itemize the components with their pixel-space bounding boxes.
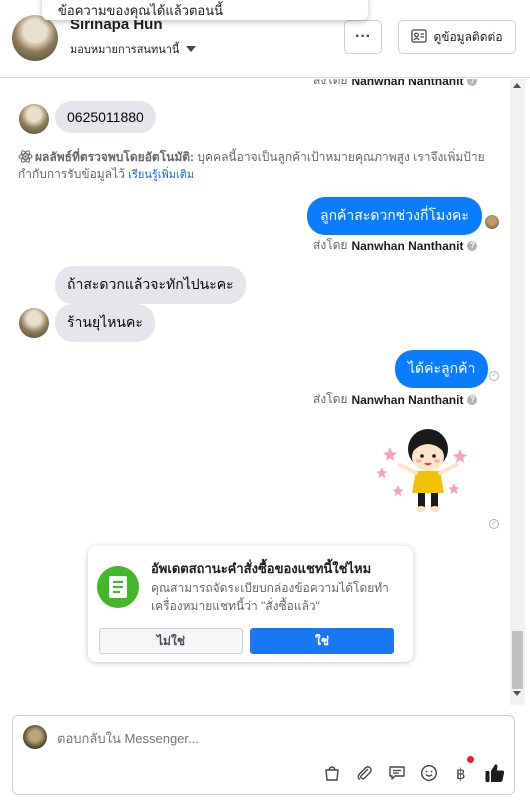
yes-button[interactable]: ใช่ — [250, 628, 394, 654]
message-bubble-incoming: ร้านยุไหนคะ — [55, 304, 155, 342]
scroll-up-arrow-icon[interactable] — [513, 83, 521, 88]
message-bubble-outgoing: ลูกค้าสะดวกช่วงกี่โมงคะ — [307, 197, 482, 235]
customer-avatar[interactable] — [12, 15, 58, 61]
scroll-down-arrow-icon[interactable] — [513, 691, 521, 696]
learn-more-link[interactable]: เรียนรู้เพิ่มเติม — [128, 169, 194, 181]
paperclip-icon[interactable] — [353, 762, 375, 784]
sticker-girl — [372, 427, 482, 517]
info-icon: ? — [467, 240, 478, 251]
customer-message-avatar — [19, 308, 49, 338]
sent-by-1: ส่งโดย Nanwhan Nanthanit ? — [313, 236, 478, 255]
saved-replies-icon[interactable] — [386, 762, 408, 784]
assign-label: มอบหมายการสนทนานี้ — [70, 44, 180, 56]
assign-conversation-dropdown[interactable]: มอบหมายการสนทนานี้ — [70, 40, 197, 58]
customer-message-avatar — [19, 104, 49, 134]
message-bubble-outgoing: ได้ค่ะลูกค้า — [395, 350, 489, 388]
notification-toast: ข้อความของคุณได้แล้วตอนนี้ — [42, 0, 368, 20]
delivered-check-icon: ✓ — [489, 371, 499, 381]
contact-card-icon — [411, 28, 428, 46]
caret-down-icon — [186, 46, 197, 52]
message-bubble-incoming: 0625011880 — [55, 101, 156, 133]
reply-input[interactable] — [57, 731, 357, 746]
svg-text:฿: ฿ — [456, 765, 466, 782]
delivered-check-icon: ✓ — [489, 519, 499, 529]
view-contact-button[interactable]: ดูข้อมูลติดต่อ — [398, 20, 516, 54]
page-avatar — [23, 725, 47, 749]
reply-composer: ฿ — [12, 715, 515, 795]
contact-button-label: ดูข้อมูลติดต่อ — [433, 29, 503, 44]
order-list-icon — [97, 566, 139, 608]
auto-detect-label: ผลลัพธ์ที่ตรวจพบโดยอัตโนมัติ: — [35, 150, 195, 164]
baht-payment-icon[interactable]: ฿ — [450, 762, 472, 784]
info-icon: ? — [467, 394, 478, 405]
sent-by-top: ส่งโดย Nanwhan Nanthanit ? — [313, 79, 478, 90]
scrollbar-thumb[interactable] — [512, 631, 523, 689]
card-description: คุณสามารถจัดระเบียบกล่องข้อความได้โดยทำเ… — [151, 581, 389, 613]
emoji-icon[interactable] — [418, 762, 440, 784]
order-status-card: อัพเดตสถานะคำสั่งซื้อของแชทนี้ใช่ไหม คุณ… — [88, 546, 413, 662]
message-thread: ส่งโดย Nanwhan Nanthanit ? 0625011880 ผล… — [0, 79, 510, 705]
auto-detect-notice: ผลลัพธ์ที่ตรวจพบโดยอัตโนมัติ: บุคคลนี้อา… — [18, 149, 488, 184]
shopping-bag-icon[interactable] — [321, 762, 343, 784]
toast-text: ข้อความของคุณได้แล้วตอนนี้ — [58, 3, 224, 18]
more-options-button[interactable]: ··· — [344, 20, 382, 54]
notification-dot — [467, 756, 474, 763]
no-button[interactable]: ไม่ใช่ — [99, 628, 243, 654]
atom-icon — [18, 149, 33, 164]
seen-avatar — [485, 215, 499, 229]
thumbs-up-icon[interactable] — [482, 760, 508, 786]
info-icon: ? — [467, 79, 478, 86]
sent-by-2: ส่งโดย Nanwhan Nanthanit ? — [313, 390, 478, 409]
more-dots-icon: ··· — [355, 28, 371, 45]
scrollbar[interactable] — [510, 79, 525, 705]
card-title: อัพเดตสถานะคำสั่งซื้อของแชทนี้ใช่ไหม — [151, 561, 372, 576]
message-bubble-incoming: ถ้าสะดวกแล้วจะทักไปนะคะ — [55, 266, 246, 304]
